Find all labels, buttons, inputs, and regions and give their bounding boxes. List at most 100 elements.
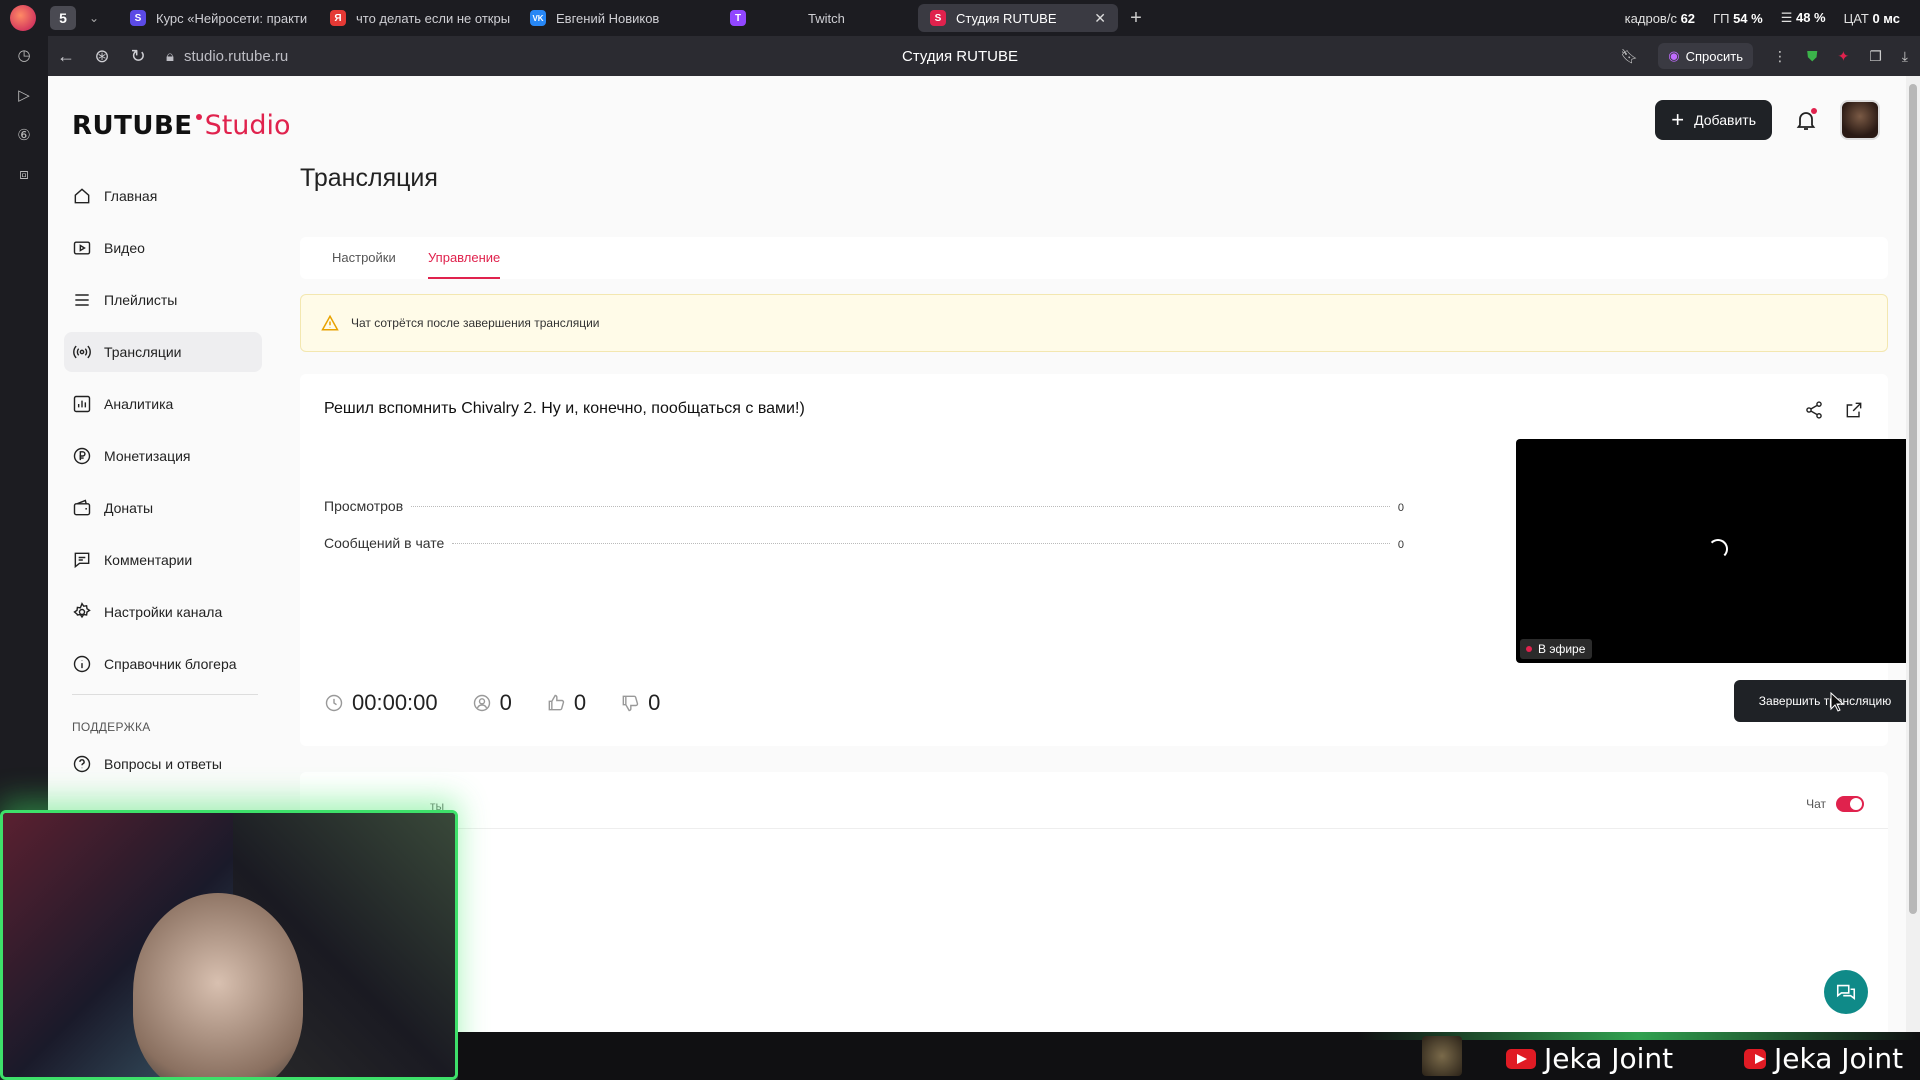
sidebar-item-playlists[interactable]: Плейлисты (64, 280, 262, 320)
url-text: studio.rutube.ru (183, 47, 289, 65)
ask-button[interactable]: ◉ Спросить (1658, 43, 1753, 69)
yandex-icon[interactable]: ⊛ (84, 46, 120, 67)
thumbs-down-icon (622, 695, 639, 712)
support-section-label: ПОДДЕРЖКА (72, 720, 151, 734)
browser-address-bar: ← ⊛ ↻ 🔒︎ studio.rutube.ru Студия RUTUBE … (0, 36, 1920, 76)
end-stream-button[interactable]: Завершить трансляцию (1734, 680, 1906, 722)
history-icon[interactable]: ◷ (17, 46, 30, 64)
cpu-stat: ☰ 48 % (1780, 10, 1826, 25)
sidebar-item-channel-settings[interactable]: Настройки канала (64, 592, 262, 632)
browser-tab[interactable]: S Курс «Нейросети: практи (118, 4, 318, 32)
video-player[interactable]: В эфире (1516, 439, 1906, 663)
back-arrow-icon[interactable]: ← (48, 46, 84, 67)
platform-icon (1744, 1048, 1766, 1069)
tab-management[interactable]: Управление (428, 250, 500, 265)
avatar[interactable] (1840, 100, 1880, 140)
chat-toggle-group: Чат (1806, 796, 1864, 812)
browser-tab-active[interactable]: S Студия RUTUBE ✕ (918, 4, 1118, 32)
question-icon (73, 755, 91, 773)
sidebar-item-analytics[interactable]: Аналитика (64, 384, 262, 424)
info-icon (73, 655, 91, 673)
more-icon[interactable]: ⋮ (1773, 48, 1787, 65)
shield-icon[interactable]: ⛊ (1807, 48, 1818, 65)
viewers-counter: 0 (472, 690, 512, 716)
bookmark-icon[interactable]: 🔖︎ (1620, 48, 1638, 65)
tabs-bar: Настройки Управление (300, 237, 1888, 279)
sidebar-item-label: Трансляции (104, 344, 182, 360)
browser-tab[interactable]: VK Евгений Новиков (518, 4, 718, 32)
analytics-icon (73, 395, 91, 413)
browser-tab[interactable]: Я что делать если не откры (318, 4, 518, 32)
tab-label: Twitch (808, 10, 845, 26)
video-icon (73, 241, 91, 255)
sidebar-item-label: Аналитика (104, 396, 174, 412)
chat-card: ты Чат (300, 772, 1888, 1032)
bell-icon[interactable] (1794, 108, 1818, 132)
new-tab-icon[interactable]: + (1124, 7, 1148, 30)
sidebar-item-monetization[interactable]: Монетизация (64, 436, 262, 476)
tab-label: Студия RUTUBE (956, 10, 1057, 26)
live-badge: В эфире (1520, 639, 1593, 659)
logo-rutube: RUTUBE (72, 111, 193, 141)
rutube-studio-logo[interactable]: RUTUBE Studio (72, 110, 291, 141)
sidebar-item-video[interactable]: Видео (64, 228, 262, 268)
collections-icon[interactable]: ❐ (1869, 48, 1882, 65)
download-icon[interactable]: ⤓ (1902, 48, 1908, 65)
sidebar-item-broadcasts[interactable]: Трансляции (64, 332, 262, 372)
tab-label: Курс «Нейросети: практи (156, 10, 308, 26)
performance-stats: кадров/с 62 ГП 54 % ☰ 48 % ЦАТ 0 мс (1625, 0, 1900, 36)
sidebar-item-label: Плейлисты (104, 292, 178, 308)
tab-favicon-icon: T (730, 10, 746, 26)
chat-toggle-label: Чат (1806, 797, 1826, 811)
close-icon[interactable]: ✕ (1094, 10, 1106, 27)
scrollbar-thumb[interactable] (1909, 84, 1917, 914)
extension-icon[interactable]: ✦ (1838, 48, 1850, 65)
likes-value: 0 (573, 690, 587, 715)
stream-overlay-bar: Jeka Joint Jeka Joint (458, 1032, 1920, 1080)
browser-tab[interactable]: T Twitch (718, 4, 918, 32)
views-value: 0 (1397, 502, 1404, 514)
gear-icon (73, 602, 91, 619)
fps-value: 62 (1680, 10, 1696, 26)
sidebar-item-blogger-guide[interactable]: Справочник блогера (64, 644, 262, 684)
support-chat-button[interactable] (1824, 970, 1868, 1014)
logo-studio: Studio (204, 110, 291, 141)
stream-title: Решил вспомнить Chivalry 2. Ну и, конечн… (324, 400, 805, 417)
latency-value: 0 мс (1872, 10, 1900, 26)
streamer-name-youtube: Jeka Joint (1506, 1042, 1673, 1075)
tab-counter[interactable]: 5 (50, 6, 76, 30)
loading-spinner-icon (1708, 539, 1728, 559)
sidebar-item-donations[interactable]: Донаты (64, 488, 262, 528)
stream-counters: 00:00:00 0 0 0 (324, 690, 660, 716)
nav-divider (72, 694, 258, 695)
sidebar-item-comments[interactable]: Комментарии (64, 540, 262, 580)
sidebar-item-home[interactable]: Главная (64, 176, 262, 216)
youtube-icon (1506, 1048, 1536, 1069)
chat-toggle[interactable] (1836, 796, 1864, 812)
sidebar-item-faq[interactable]: Вопросы и ответы (64, 744, 262, 784)
share-icon[interactable] (1804, 400, 1824, 420)
duration-value: 00:00:00 (352, 690, 438, 715)
notification-dot (1811, 108, 1817, 114)
page-scrollbar[interactable] (1906, 76, 1920, 1032)
emblem-icon (1422, 1036, 1462, 1076)
add-button[interactable]: + Добавить (1655, 100, 1772, 140)
browser-logo-icon[interactable] (10, 5, 36, 31)
screenshot-icon[interactable]: ⧈ (19, 166, 29, 183)
dislikes-counter: 0 (620, 690, 660, 716)
counter-badge-icon[interactable]: ⑥ (17, 126, 30, 144)
play-icon[interactable]: ▷ (18, 86, 30, 104)
chevron-down-icon[interactable]: ⌄ (84, 11, 104, 25)
tab-favicon-icon: Я (330, 10, 346, 26)
ruble-icon (73, 447, 91, 465)
reload-icon[interactable]: ↻ (120, 46, 156, 67)
browser-tab-bar: 5 ⌄ S Курс «Нейросети: практи Я что дела… (0, 0, 1920, 36)
warning-icon (321, 314, 339, 331)
sidebar-item-label: Донаты (104, 500, 154, 516)
tab-settings[interactable]: Настройки (332, 250, 396, 265)
external-link-icon[interactable] (1844, 400, 1864, 420)
url-field[interactable]: 🔒︎ studio.rutube.ru (166, 48, 288, 65)
tab-label: что делать если не откры (356, 10, 511, 26)
messages-stat-row: Сообщений в чате 0 (324, 535, 1404, 551)
dotted-leader (411, 506, 1390, 507)
